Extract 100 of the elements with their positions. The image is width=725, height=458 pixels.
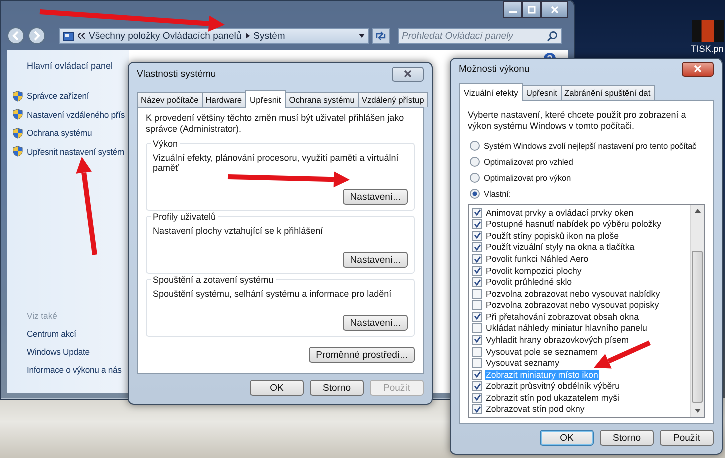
back-button[interactable] bbox=[7, 27, 25, 45]
list-item[interactable]: Povolit funkci Náhled Aero bbox=[485, 254, 590, 264]
tab[interactable]: Hardware bbox=[202, 92, 246, 107]
scrollbar[interactable] bbox=[690, 205, 704, 417]
tab[interactable]: Vizuální efekty bbox=[459, 83, 524, 101]
list-item[interactable]: Použít stíny popisků ikon na ploše bbox=[485, 230, 620, 241]
group-title: Spouštění a zotavení systému bbox=[151, 275, 276, 285]
close-icon bbox=[404, 70, 412, 78]
radio-button[interactable] bbox=[470, 189, 480, 199]
close-button[interactable] bbox=[682, 62, 714, 76]
radio-label[interactable]: Optimalizovat pro vzhled bbox=[484, 157, 574, 167]
close-button[interactable] bbox=[392, 66, 424, 82]
shield-icon bbox=[13, 109, 23, 120]
dialog-button[interactable]: OK bbox=[250, 380, 304, 396]
minimize-button[interactable] bbox=[503, 1, 522, 18]
settings-button[interactable]: Nastavení... bbox=[343, 252, 408, 268]
breadcrumb[interactable]: Všechny položky Ovládacích panelů bbox=[89, 30, 242, 42]
forward-button[interactable] bbox=[28, 27, 46, 45]
tab[interactable]: Vzdálený přístup bbox=[358, 92, 428, 107]
tab[interactable]: Upřesnit bbox=[522, 85, 562, 100]
environment-variables-button[interactable]: Proměnné prostředí... bbox=[309, 347, 415, 363]
file-name[interactable]: TISK.pn bbox=[691, 44, 724, 54]
radio-button[interactable] bbox=[470, 173, 480, 183]
tab[interactable]: Název počítače bbox=[137, 92, 203, 107]
checkbox[interactable] bbox=[472, 370, 482, 380]
checkbox[interactable] bbox=[472, 230, 482, 241]
scroll-down-icon[interactable] bbox=[694, 409, 700, 413]
settings-button[interactable]: Nastavení... bbox=[343, 189, 408, 205]
description-text: Nastavení plochy vztahující se k přihlášení bbox=[153, 226, 324, 236]
tab[interactable]: Upřesnit bbox=[245, 90, 286, 108]
checkbox[interactable] bbox=[472, 254, 482, 264]
sidebar-link[interactable]: Správce zařízení bbox=[27, 91, 90, 102]
radio-label[interactable]: Systém Windows zvolí nejlepší nastavení pro tento počítač bbox=[484, 141, 697, 151]
radio-label[interactable]: Optimalizovat pro výkon bbox=[484, 173, 572, 183]
checkbox[interactable] bbox=[472, 312, 482, 322]
close-icon bbox=[550, 6, 558, 14]
dialog-button[interactable]: Storno bbox=[310, 380, 364, 396]
list-item[interactable]: Zobrazovat stín pod okny bbox=[485, 404, 586, 414]
list-item[interactable]: Vysouvat seznamy bbox=[485, 358, 561, 368]
scroll-thumb[interactable] bbox=[692, 251, 703, 403]
maximize-button[interactable] bbox=[522, 1, 541, 18]
group-title: Profily uživatelů bbox=[151, 212, 218, 222]
tab[interactable]: Zabránění spuštění dat bbox=[560, 85, 655, 100]
image-file-icon[interactable] bbox=[692, 20, 724, 42]
list-item[interactable]: Zobrazit stín pod ukazatelem myši bbox=[485, 392, 620, 403]
list-item[interactable]: Použít vizuální styly na okna a tlačítka bbox=[485, 242, 636, 252]
list-item[interactable]: Pozvolna zobrazovat nebo vysouvat nabídky bbox=[485, 288, 662, 299]
radio-label[interactable]: Vlastní: bbox=[484, 189, 512, 199]
dialog-button[interactable]: OK bbox=[540, 430, 594, 446]
sidebar-link[interactable]: Windows Update bbox=[27, 347, 129, 365]
list-item[interactable]: Postupné hasnutí nabídek po výběru položky bbox=[485, 219, 663, 230]
radio-button[interactable] bbox=[470, 141, 480, 151]
checkbox[interactable] bbox=[472, 323, 482, 334]
shield-icon bbox=[13, 90, 23, 102]
checkbox[interactable] bbox=[472, 208, 482, 218]
checkbox[interactable] bbox=[472, 288, 482, 299]
sidebar-link[interactable]: Ochrana systému bbox=[27, 128, 92, 138]
checkbox[interactable] bbox=[472, 300, 482, 310]
sidebar-link[interactable]: Hlavní ovládací panel bbox=[27, 61, 129, 71]
sidebar-link[interactable]: Centrum akcí bbox=[27, 329, 129, 347]
description-text: K provedení většiny těchto změn musí být uživatel přihlášen jako správce (Administrator). bbox=[146, 113, 406, 135]
sidebar-link[interactable]: Informace o výkonu a nás bbox=[27, 365, 129, 383]
list-item[interactable]: Pozvolna zobrazovat nebo vysouvat popisky bbox=[485, 300, 660, 310]
tab[interactable]: Ochrana systému bbox=[285, 92, 359, 107]
scroll-up-icon[interactable] bbox=[694, 209, 700, 213]
checkbox[interactable] bbox=[472, 346, 482, 357]
checkbox[interactable] bbox=[472, 381, 482, 392]
list-item[interactable]: Povolit kompozici plochy bbox=[485, 266, 583, 276]
settings-button[interactable]: Nastavení... bbox=[343, 315, 408, 331]
sidebar-link[interactable]: Nastavení vzdáleného přís bbox=[27, 110, 126, 120]
dropdown-caret-icon[interactable] bbox=[359, 34, 365, 38]
control-panel-icon bbox=[63, 30, 74, 42]
checkbox[interactable] bbox=[472, 404, 482, 414]
search-field[interactable]: Prohledat Ovládací panely bbox=[398, 28, 562, 44]
list-item[interactable]: Při přetahování zobrazovat obsah okna bbox=[485, 312, 640, 322]
checkbox[interactable] bbox=[472, 392, 482, 403]
checkbox[interactable] bbox=[472, 277, 482, 288]
checkbox[interactable] bbox=[472, 334, 482, 345]
dialog-button[interactable]: Storno bbox=[600, 430, 654, 446]
address-bar[interactable]: Všechny položky Ovládacích panelů Systém bbox=[59, 28, 369, 44]
dialog-button[interactable]: Použít bbox=[660, 430, 714, 446]
checkbox[interactable] bbox=[472, 242, 482, 252]
breadcrumb[interactable]: Systém bbox=[254, 30, 286, 42]
list-item[interactable]: Povolit průhledné sklo bbox=[485, 277, 574, 288]
search-icon[interactable] bbox=[547, 30, 558, 42]
checkbox[interactable] bbox=[472, 266, 482, 276]
close-button[interactable] bbox=[541, 1, 568, 18]
checkbox[interactable] bbox=[472, 358, 482, 368]
checkbox[interactable] bbox=[472, 219, 482, 230]
list-item[interactable]: Animovat prvky a ovládací prvky oken bbox=[485, 208, 635, 218]
list-item[interactable]: Vysouvat pole se seznamem bbox=[485, 346, 600, 357]
chevron-icon bbox=[78, 33, 85, 39]
shield-icon bbox=[13, 128, 23, 139]
list-item[interactable]: Ukládat náhledy miniatur hlavního panelu bbox=[485, 323, 648, 334]
list-item[interactable]: Zobrazit průsvitný obdélník výběru bbox=[485, 381, 621, 392]
sidebar-link[interactable]: Upřesnit nastavení systém bbox=[27, 146, 125, 157]
group-title: Výkon bbox=[151, 139, 180, 149]
radio-button[interactable] bbox=[470, 157, 480, 167]
refresh-button[interactable] bbox=[372, 28, 390, 44]
list-item[interactable]: Vyhladit hrany obrazovkových písem bbox=[485, 334, 630, 345]
